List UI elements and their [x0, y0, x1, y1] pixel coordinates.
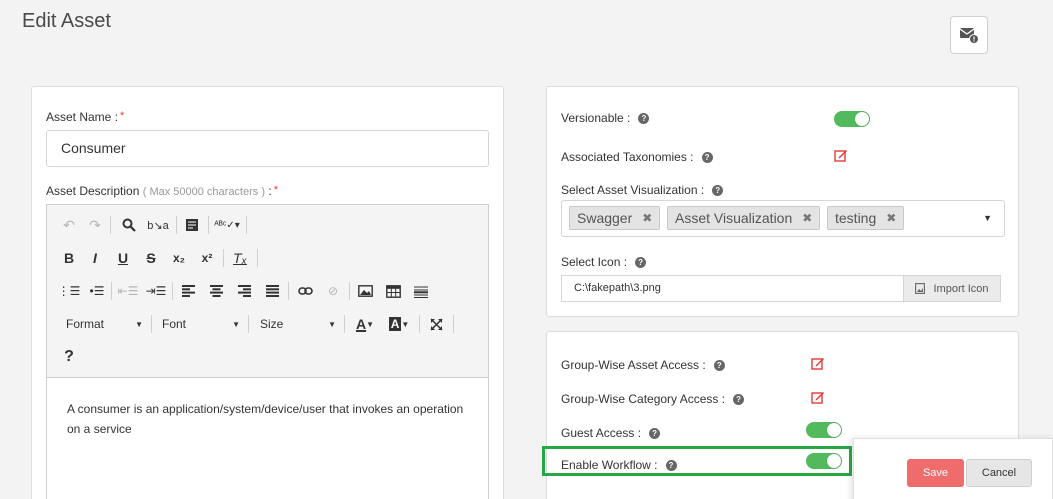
group-asset-access-label: Group-Wise Asset Access :? [561, 358, 725, 372]
numbered-list-icon[interactable]: ⋮☰ [58, 280, 81, 302]
indent-icon[interactable]: ⇥☰ [145, 280, 167, 302]
table-icon[interactable] [382, 280, 404, 302]
outdent-icon[interactable]: ⇤☰ [117, 280, 139, 302]
asset-details-panel: Asset Name : * Consumer Asset Description… [31, 86, 504, 499]
undo-icon[interactable]: ↶ [59, 214, 79, 236]
replace-icon[interactable]: b↘a [146, 214, 170, 236]
horizontal-line-icon[interactable] [410, 280, 432, 302]
size-dropdown[interactable]: Size ▼ [260, 313, 336, 335]
cancel-button[interactable]: Cancel [966, 459, 1032, 487]
asset-settings-panel: Versionable :? Associated Taxonomies :? … [546, 86, 1019, 317]
image-file-icon [915, 283, 926, 294]
guest-access-label: Guest Access :? [561, 426, 661, 440]
editor-help-icon[interactable]: ? [59, 346, 79, 368]
edit-group-category-access-icon[interactable] [811, 390, 825, 404]
format-dropdown[interactable]: Format ▼ [66, 313, 143, 335]
visualization-select[interactable]: Swagger ✖ Asset Visualization ✖ testing ✖ ▼ [561, 200, 1005, 237]
redo-icon[interactable]: ↷ [85, 214, 105, 236]
image-icon[interactable] [354, 280, 376, 302]
visualization-tag[interactable]: Swagger ✖ [569, 206, 661, 230]
spellcheck-icon[interactable]: ᴬᴮᶜ✓▾ [213, 214, 241, 236]
unlink-icon[interactable]: ⊘ [322, 280, 344, 302]
page-title: Edit Asset [22, 10, 111, 32]
text-color-icon[interactable]: A ▼ [352, 313, 378, 335]
select-icon-label: Select Icon :? [561, 255, 647, 269]
remove-tag-icon[interactable]: ✖ [802, 211, 812, 225]
versionable-toggle[interactable] [834, 111, 870, 127]
select-all-icon[interactable] [181, 214, 203, 236]
help-icon: ? [712, 185, 724, 197]
asset-name-label: Asset Name : * [46, 110, 125, 124]
superscript-icon[interactable]: x² [196, 247, 218, 269]
mail-alert-icon [959, 28, 979, 44]
underline-icon[interactable]: U [113, 247, 133, 269]
asset-name-input[interactable]: Consumer [46, 130, 489, 167]
visualization-tag[interactable]: testing ✖ [827, 206, 905, 230]
visualization-label: Select Asset Visualization :? [561, 183, 724, 197]
action-bar: Save Cancel [853, 438, 1053, 499]
help-icon: ? [635, 257, 647, 269]
chevron-down-icon[interactable]: ▼ [983, 213, 992, 223]
group-category-access-label: Group-Wise Category Access :? [561, 392, 745, 406]
rich-text-editor: ↶ ↷ b↘a ᴬᴮᶜ✓▾ B I U S x₂ x² Tₓ ⋮☰ •☰ ⇤☰ … [46, 204, 489, 499]
bold-icon[interactable]: B [59, 247, 79, 269]
help-icon: ? [713, 360, 725, 372]
link-icon[interactable] [294, 280, 316, 302]
notification-settings-button[interactable] [950, 16, 988, 54]
help-icon: ? [649, 428, 661, 440]
align-left-icon[interactable] [177, 280, 199, 302]
align-center-icon[interactable] [205, 280, 227, 302]
remove-tag-icon[interactable]: ✖ [642, 211, 652, 225]
align-right-icon[interactable] [233, 280, 255, 302]
edit-taxonomies-icon[interactable] [834, 148, 848, 162]
font-dropdown[interactable]: Font ▼ [162, 313, 240, 335]
guest-access-toggle[interactable] [806, 422, 842, 438]
import-icon-button[interactable]: Import Icon [903, 275, 1001, 302]
asset-description-label: Asset Description ( Max 50000 characters… [46, 184, 278, 198]
italic-icon[interactable]: I [85, 247, 105, 269]
subscript-icon[interactable]: x₂ [168, 247, 190, 269]
align-justify-icon[interactable] [261, 280, 283, 302]
workflow-highlight-box [542, 446, 852, 476]
help-icon: ? [701, 152, 713, 164]
remove-tag-icon[interactable]: ✖ [886, 211, 896, 225]
remove-format-icon[interactable]: Tₓ [229, 247, 251, 269]
versionable-label: Versionable :? [561, 111, 650, 125]
bulleted-list-icon[interactable]: •☰ [87, 280, 107, 302]
save-button[interactable]: Save [907, 459, 964, 487]
editor-toolbar: ↶ ↷ b↘a ᴬᴮᶜ✓▾ B I U S x₂ x² Tₓ ⋮☰ •☰ ⇤☰ … [47, 205, 488, 378]
taxonomies-label: Associated Taxonomies :? [561, 150, 713, 164]
icon-path-input[interactable]: C:\fakepath\3.png [561, 275, 904, 302]
strikethrough-icon[interactable]: S [141, 247, 161, 269]
help-icon: ? [638, 113, 650, 125]
edit-group-asset-access-icon[interactable] [811, 356, 825, 370]
maximize-icon[interactable] [425, 313, 447, 335]
help-icon: ? [733, 394, 745, 406]
visualization-tag[interactable]: Asset Visualization ✖ [667, 206, 821, 230]
find-icon[interactable] [118, 214, 140, 236]
background-color-icon[interactable]: A ▼ [386, 313, 412, 335]
description-text[interactable]: A consumer is an application/system/devi… [67, 399, 467, 439]
